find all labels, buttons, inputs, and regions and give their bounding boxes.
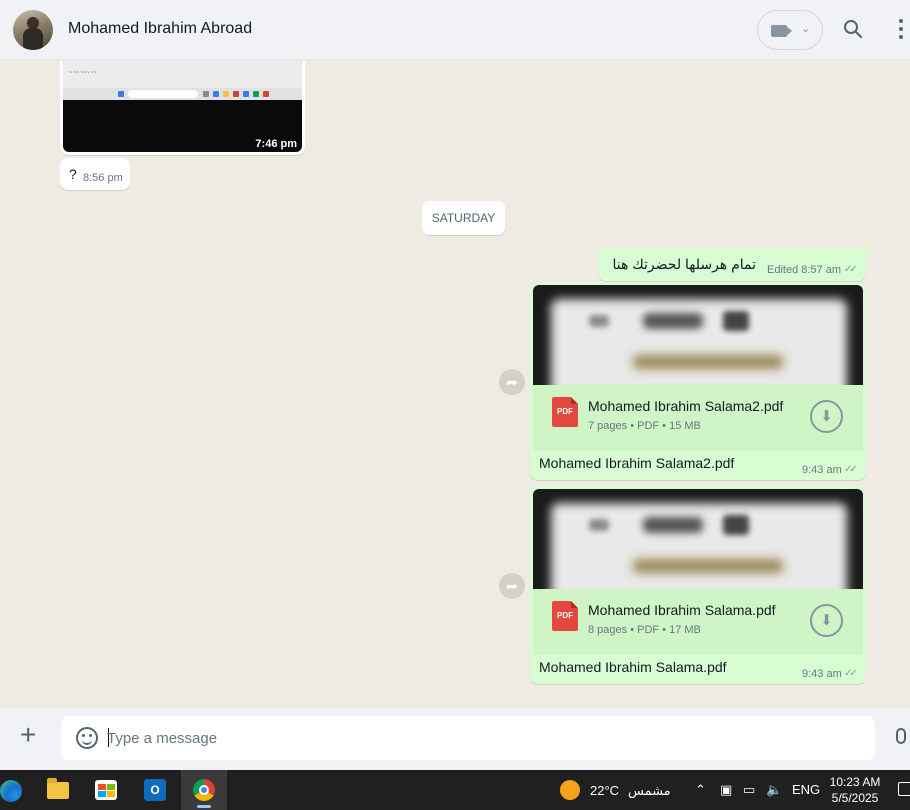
tray-network-icon[interactable]: ▭	[743, 782, 755, 798]
taskbar-file-explorer[interactable]	[35, 770, 81, 810]
document-message[interactable]: PDF Mohamed Ibrahim Salama2.pdf 7 pages …	[530, 282, 866, 480]
image-taskbar	[63, 88, 302, 100]
edge-icon	[0, 780, 22, 802]
chat-header: Mohamed Ibrahim Abroad ⌄	[0, 0, 910, 60]
folder-icon	[47, 778, 69, 799]
image-paper	[63, 61, 302, 88]
arabic-message[interactable]: تمام هرسلها لحضرتك هنا Edited 8:57 am ✓✓	[598, 248, 873, 281]
mic-icon[interactable]	[896, 728, 906, 744]
tray-chevron-up-icon[interactable]: ⌃	[695, 782, 706, 798]
contact-avatar[interactable]	[13, 10, 53, 50]
document-file-name: Mohamed Ibrahim Salama.pdf	[588, 602, 776, 618]
attach-plus-icon[interactable]: +	[20, 721, 36, 749]
clock-time: 10:23 AM	[829, 775, 881, 789]
arabic-message-meta: Edited 8:57 am	[767, 264, 841, 276]
document-message[interactable]: PDF Mohamed Ibrahim Salama.pdf 8 pages •…	[530, 486, 866, 684]
document-file-name: Mohamed Ibrahim Salama2.pdf	[588, 398, 784, 414]
question-message[interactable]: ? 8:56 pm	[60, 158, 130, 190]
search-icon[interactable]	[843, 19, 863, 39]
question-text: ?	[69, 166, 77, 182]
download-button[interactable]: ⬇	[810, 400, 843, 433]
image-scribble: ~ ~~ ~~~ ~~	[69, 70, 97, 76]
chevron-down-icon: ⌄	[801, 23, 811, 35]
document-info: 8 pages • PDF • 17 MB	[588, 624, 701, 636]
weather-temperature[interactable]: 22°C	[590, 783, 619, 798]
message-box[interactable]	[61, 716, 875, 760]
download-button[interactable]: ⬇	[810, 604, 843, 637]
taskbar-chrome[interactable]	[181, 770, 227, 810]
tray-language[interactable]: ENG	[792, 782, 820, 797]
outlook-icon: O	[144, 779, 166, 801]
menu-icon[interactable]	[899, 19, 905, 41]
video-call-button[interactable]: ⌄	[757, 10, 823, 50]
double-check-icon: ✓✓	[844, 264, 858, 275]
image-message[interactable]: ~ ~~ ~~~ ~~ 7:46 pm	[60, 61, 305, 155]
taskbar-outlook[interactable]: O	[132, 770, 178, 810]
pdf-icon: PDF	[552, 601, 578, 631]
contact-name[interactable]: Mohamed Ibrahim Abroad	[68, 20, 252, 38]
day-divider: SATURDAY	[422, 201, 505, 235]
tray-volume-icon[interactable]: 🔈	[766, 782, 782, 798]
document-caption: Mohamed Ibrahim Salama.pdf	[539, 659, 727, 675]
double-check-icon: ✓✓	[844, 668, 858, 679]
download-icon: ⬇	[820, 612, 833, 629]
pdf-icon: PDF	[552, 397, 578, 427]
chrome-icon	[193, 779, 215, 801]
document-card[interactable]: PDF Mohamed Ibrahim Salama.pdf 8 pages •…	[533, 589, 863, 655]
tray-clock[interactable]: 10:23 AM 5/5/2025	[826, 774, 884, 806]
taskbar-edge[interactable]	[0, 770, 30, 810]
bubble-tail	[865, 248, 873, 258]
composer-bar: +	[0, 708, 910, 770]
document-caption: Mohamed Ibrahim Salama2.pdf	[539, 455, 735, 471]
weather-sun-icon[interactable]	[560, 780, 580, 800]
document-time: 9:43 am	[802, 464, 842, 476]
clock-date: 5/5/2025	[831, 791, 879, 805]
forward-icon[interactable]: ➦	[499, 369, 525, 395]
notification-icon[interactable]	[898, 782, 910, 796]
sticker-icon[interactable]	[76, 727, 98, 749]
document-card[interactable]: PDF Mohamed Ibrahim Salama2.pdf 7 pages …	[533, 385, 863, 451]
chat-area[interactable]: ~ ~~ ~~~ ~~ 7:46 pm ? 8:56 pm SATURDAY ت…	[0, 61, 910, 708]
image-time: 7:46 pm	[255, 138, 297, 150]
document-thumbnail[interactable]	[533, 285, 863, 385]
weather-description[interactable]: مشمس	[628, 783, 671, 799]
video-call-icon	[771, 25, 787, 37]
taskbar-store[interactable]	[83, 770, 129, 810]
avatar-body	[23, 28, 43, 50]
download-icon: ⬇	[820, 408, 833, 425]
os-taskbar: O 22°C مشمس ⌃ ▣ ▭ 🔈 ENG 10:23 AM 5/5/202…	[0, 770, 910, 810]
image-searchbar	[128, 90, 198, 98]
tray-camera-icon[interactable]: ▣	[720, 782, 732, 798]
document-time: 9:43 am	[802, 668, 842, 680]
double-check-icon: ✓✓	[844, 464, 858, 475]
document-thumbnail[interactable]	[533, 489, 863, 589]
forward-icon[interactable]: ➦	[499, 573, 525, 599]
store-icon	[95, 780, 117, 800]
document-info: 7 pages • PDF • 15 MB	[588, 420, 701, 432]
question-time: 8:56 pm	[83, 172, 123, 184]
arabic-message-text: تمام هرسلها لحضرتك هنا	[612, 256, 756, 272]
message-input[interactable]	[107, 724, 857, 752]
